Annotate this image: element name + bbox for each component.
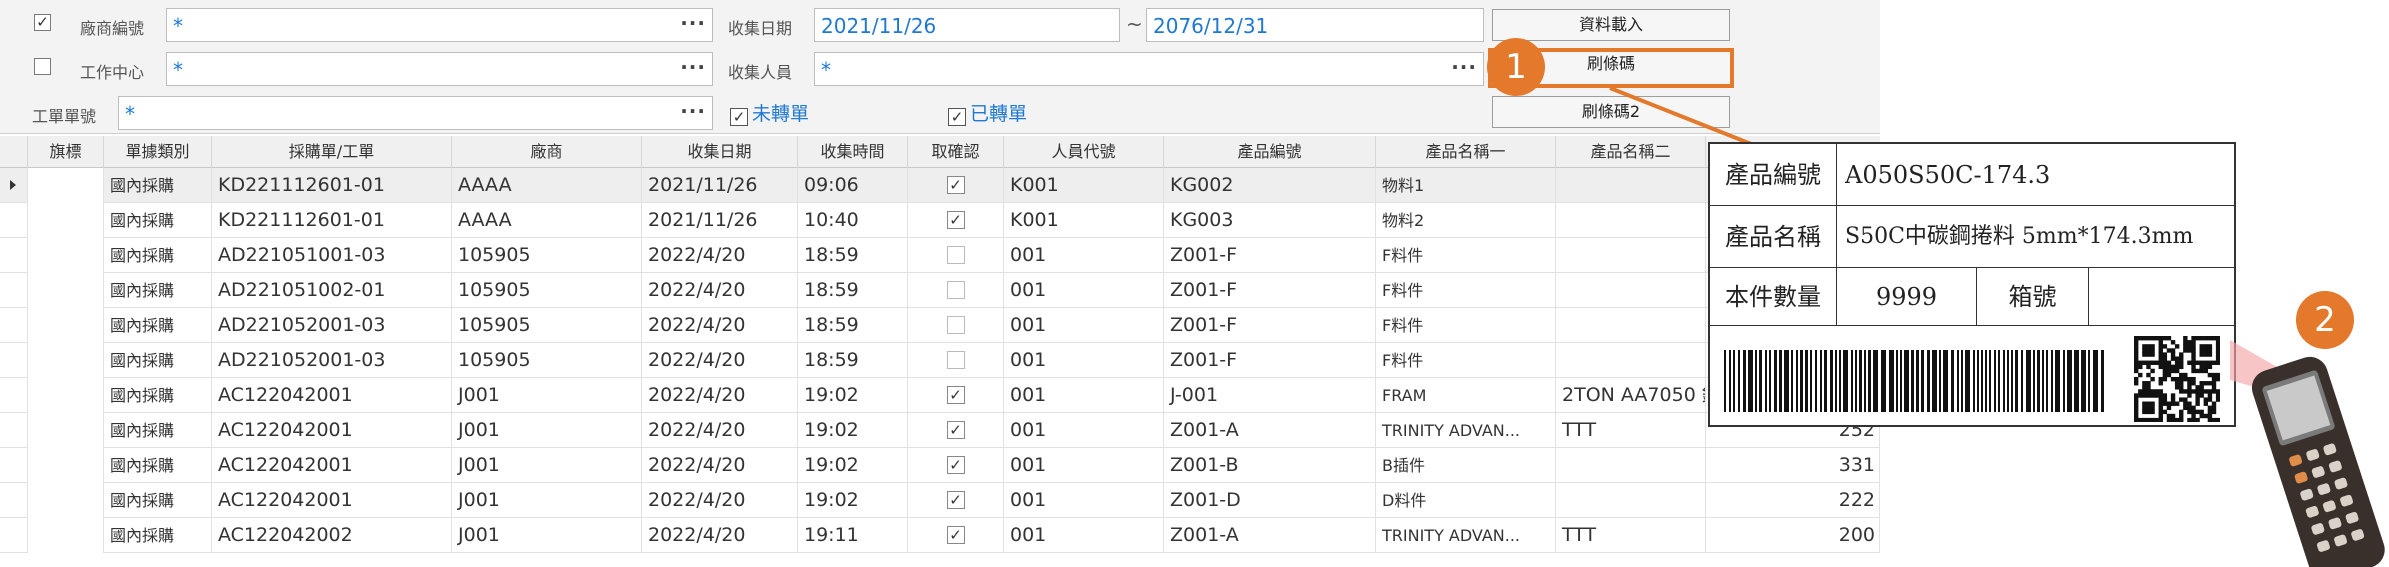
- card-product-no-value: A050S50C-174.3: [1837, 144, 2234, 206]
- card-quantity-label: 本件數量: [1710, 268, 1837, 326]
- card-quantity-value: 9999: [1837, 268, 1977, 326]
- card-box-label: 箱號: [1977, 268, 2089, 326]
- barcode-image: [1724, 350, 2104, 412]
- card-box-value: [2089, 268, 2234, 326]
- card-product-no-label: 產品編號: [1710, 144, 1837, 206]
- step-1-badge: 1: [1487, 38, 1545, 96]
- card-product-name-value: S50C中碳鋼捲料 5mm*174.3mm: [1837, 206, 2234, 268]
- handheld-scanner: [2230, 340, 2385, 567]
- card-product-name-label: 產品名稱: [1710, 206, 1837, 268]
- step-2-badge: 2: [2296, 291, 2354, 349]
- barcode-label-card: 產品編號 A050S50C-174.3 產品名稱 S50C中碳鋼捲料 5mm*1…: [1708, 142, 2236, 427]
